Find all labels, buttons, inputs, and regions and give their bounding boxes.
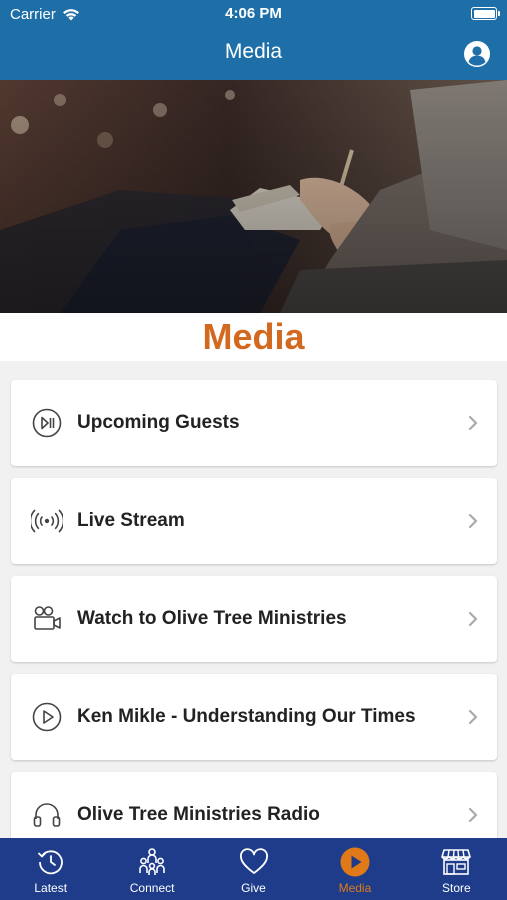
page-title-band: Media <box>0 313 507 361</box>
menu-item-label: Olive Tree Ministries Radio <box>77 804 320 825</box>
menu-item-live-stream[interactable]: Live Stream <box>11 478 497 564</box>
tab-label: Media <box>338 881 372 895</box>
tab-label: Give <box>241 881 266 895</box>
battery-icon <box>471 7 500 20</box>
history-icon <box>37 850 63 875</box>
tab-label: Connect <box>129 881 175 895</box>
app-header: Carrier 4:06 PM Media <box>0 0 507 80</box>
menu-item-label: Upcoming Guests <box>77 412 240 433</box>
chevron-right-icon <box>468 807 478 823</box>
tab-label: Store <box>441 881 471 895</box>
nav-title: Media <box>224 40 283 63</box>
profile-icon[interactable] <box>463 40 491 68</box>
tab-give[interactable]: Give <box>203 838 304 900</box>
chevron-right-icon <box>468 415 478 431</box>
people-icon <box>139 848 165 875</box>
hero-photo <box>0 80 507 313</box>
tab-media[interactable]: Media <box>304 838 405 900</box>
menu-item-label: Live Stream <box>77 510 185 531</box>
menu-item-label: Watch to Olive Tree Ministries <box>77 608 347 629</box>
menu-item-upcoming-guests[interactable]: Upcoming Guests <box>11 380 497 466</box>
play-circle-icon <box>340 847 370 877</box>
menu-item-watch-olive-tree[interactable]: Watch to Olive Tree Ministries <box>11 576 497 662</box>
headphones-icon <box>33 803 61 827</box>
play-pause-icon <box>32 408 62 438</box>
broadcast-icon <box>31 509 63 533</box>
hero-image <box>0 80 507 313</box>
tab-bar: Latest Connect Give Media Store <box>0 838 507 900</box>
chevron-right-icon <box>468 611 478 627</box>
storefront-icon <box>441 849 472 875</box>
tab-connect[interactable]: Connect <box>101 838 202 900</box>
tab-label: Latest <box>34 881 68 895</box>
chevron-right-icon <box>468 513 478 529</box>
chevron-right-icon <box>468 709 478 725</box>
tab-latest[interactable]: Latest <box>0 838 101 900</box>
menu-item-ken-mikle[interactable]: Ken Mikle - Understanding Our Times <box>11 674 497 760</box>
play-circle-icon <box>32 702 62 732</box>
status-time: 4:06 PM <box>225 5 282 22</box>
status-bar: Carrier 4:06 PM <box>0 0 507 28</box>
heart-icon <box>239 848 268 874</box>
page-title: Media <box>202 316 305 357</box>
menu-item-label: Ken Mikle - Understanding Our Times <box>77 706 416 727</box>
tab-store[interactable]: Store <box>406 838 507 900</box>
video-camera-icon <box>34 606 61 630</box>
